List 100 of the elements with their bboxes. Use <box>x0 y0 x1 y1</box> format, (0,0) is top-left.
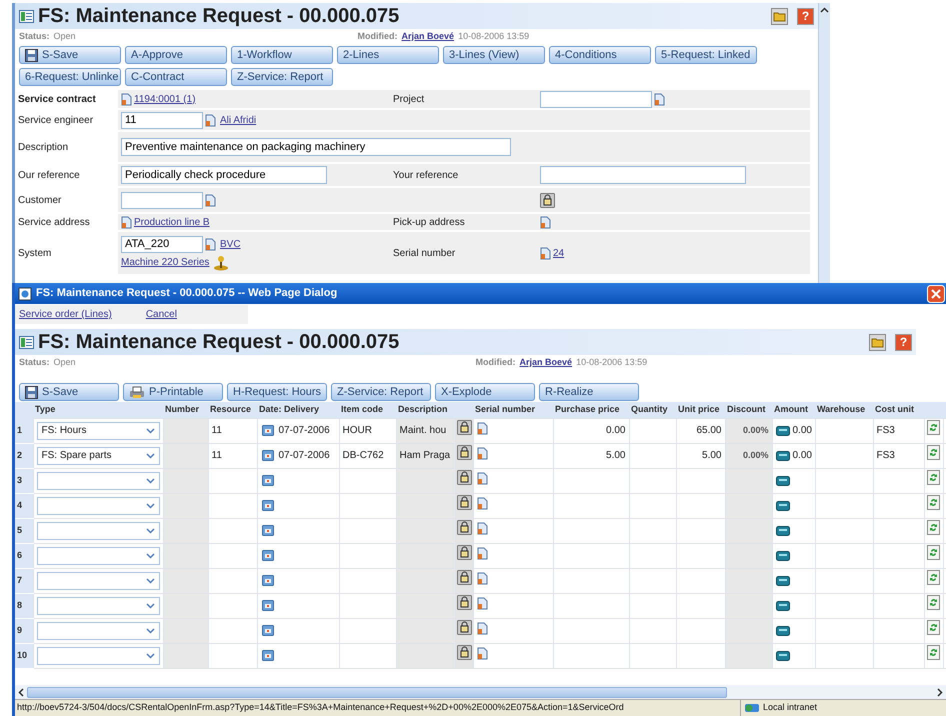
refresh-button[interactable] <box>926 594 940 610</box>
lock-button[interactable] <box>456 570 472 584</box>
user-link[interactable]: Arjan Boevé <box>520 356 572 370</box>
document-icon[interactable] <box>121 216 132 228</box>
card-icon[interactable] <box>776 600 790 610</box>
lock-button[interactable] <box>456 620 472 634</box>
refresh-button[interactable] <box>926 520 940 534</box>
toolbar-button[interactable]: 5-Request: Linked <box>655 46 757 64</box>
toolbar-button[interactable]: S-Save <box>19 46 121 64</box>
document-icon[interactable] <box>540 216 551 228</box>
calendar-icon[interactable] <box>262 525 274 536</box>
document-icon[interactable] <box>476 596 488 610</box>
folder-button[interactable] <box>869 334 886 350</box>
card-icon[interactable] <box>776 450 790 460</box>
input-field[interactable]: ATA_220 <box>121 236 203 252</box>
refresh-button[interactable] <box>926 644 940 660</box>
refresh-button[interactable] <box>926 570 940 584</box>
lock-button[interactable] <box>540 192 555 208</box>
lock-button[interactable] <box>456 494 472 510</box>
refresh-button[interactable] <box>926 470 940 484</box>
calendar-icon[interactable] <box>262 500 274 511</box>
toolbar-button[interactable]: A-Approve <box>125 46 227 64</box>
card-icon[interactable] <box>776 426 790 436</box>
toolbar-button[interactable]: H-Request: Hours <box>227 383 327 401</box>
type-dropdown[interactable]: FS: Spare parts <box>36 446 160 464</box>
calendar-icon[interactable] <box>262 575 274 586</box>
document-icon[interactable] <box>476 546 488 560</box>
calendar-icon[interactable] <box>262 475 274 486</box>
help-button[interactable]: ? <box>797 8 814 24</box>
scrollbar[interactable] <box>818 3 830 283</box>
card-icon[interactable] <box>776 650 790 660</box>
card-icon[interactable] <box>776 526 790 536</box>
document-icon[interactable] <box>476 422 488 434</box>
lock-button[interactable] <box>456 444 472 460</box>
calendar-icon[interactable] <box>262 625 274 636</box>
lock-button[interactable] <box>456 544 472 560</box>
card-icon[interactable] <box>776 576 790 586</box>
document-icon[interactable] <box>205 238 216 250</box>
toolbar-button[interactable]: 6-Request: Unlinke <box>19 68 121 86</box>
input-field[interactable] <box>121 192 203 208</box>
link[interactable]: 24 <box>553 246 564 260</box>
input-field[interactable]: 11 <box>121 112 203 128</box>
document-icon[interactable] <box>121 92 132 106</box>
toolbar-button[interactable]: C-Contract <box>125 68 227 86</box>
help-button[interactable]: ? <box>895 334 912 350</box>
calendar-icon[interactable] <box>262 650 274 661</box>
refresh-button[interactable] <box>926 544 940 560</box>
document-icon[interactable] <box>476 572 488 584</box>
document-icon[interactable] <box>476 522 488 534</box>
calendar-icon[interactable] <box>262 450 274 461</box>
refresh-button[interactable] <box>926 620 940 634</box>
refresh-button[interactable] <box>926 494 940 510</box>
document-icon[interactable] <box>476 472 488 484</box>
close-button[interactable] <box>927 284 945 302</box>
card-icon[interactable] <box>776 500 790 510</box>
toolbar-button[interactable]: P-Printable <box>123 383 223 401</box>
refresh-button[interactable] <box>926 444 940 460</box>
link[interactable]: BVC <box>220 236 241 252</box>
scroll-left-button[interactable] <box>18 688 24 696</box>
lock-button[interactable] <box>456 594 472 610</box>
user-link[interactable]: Arjan Boevé <box>402 30 454 44</box>
lock-button[interactable] <box>456 520 472 534</box>
scroll-right-button[interactable] <box>937 688 943 696</box>
card-icon[interactable] <box>776 626 790 636</box>
document-icon[interactable] <box>476 646 488 660</box>
document-icon[interactable] <box>476 622 488 634</box>
toolbar-button[interactable]: 1-Workflow <box>231 46 333 64</box>
folder-button[interactable] <box>771 8 788 24</box>
toolbar-button[interactable]: Z-Service: Report <box>231 68 333 86</box>
type-dropdown[interactable]: FS: Hours <box>36 422 160 440</box>
document-icon[interactable] <box>205 194 216 206</box>
input-field[interactable] <box>540 166 746 184</box>
link[interactable]: Machine 220 Series <box>121 255 210 270</box>
toolbar-button[interactable]: X-Explode <box>435 383 535 401</box>
scroll-up-button[interactable] <box>820 7 829 13</box>
lock-button[interactable] <box>456 420 472 434</box>
document-icon[interactable] <box>476 446 488 460</box>
menu-link[interactable]: Cancel <box>146 307 177 322</box>
toolbar-button[interactable]: S-Save <box>19 383 119 401</box>
input-field[interactable] <box>540 90 652 108</box>
input-field[interactable]: Preventive maintenance on packaging machinery <box>121 138 511 156</box>
document-icon[interactable] <box>654 92 665 106</box>
toolbar-button[interactable]: 4-Conditions <box>549 46 651 64</box>
scroll-thumb[interactable] <box>27 686 727 698</box>
card-icon[interactable] <box>776 476 790 486</box>
card-icon[interactable] <box>776 550 790 560</box>
lock-button[interactable] <box>456 470 472 484</box>
calendar-icon[interactable] <box>262 550 274 561</box>
document-icon[interactable] <box>205 114 216 126</box>
link[interactable]: Ali Afridi <box>220 112 256 128</box>
scrollbar[interactable] <box>15 685 946 699</box>
menu-link[interactable]: Service order (Lines) <box>19 307 112 322</box>
document-icon[interactable] <box>476 496 488 510</box>
toolbar-button[interactable]: 3-Lines (View) <box>443 46 545 64</box>
input-field[interactable]: Periodically check procedure <box>121 166 327 184</box>
toolbar-button[interactable]: 2-Lines <box>337 46 439 64</box>
lock-button[interactable] <box>456 644 472 660</box>
calendar-icon[interactable] <box>262 425 274 436</box>
link[interactable]: 1194:0001 (1) <box>134 92 196 106</box>
link[interactable]: Production line B <box>134 214 210 230</box>
